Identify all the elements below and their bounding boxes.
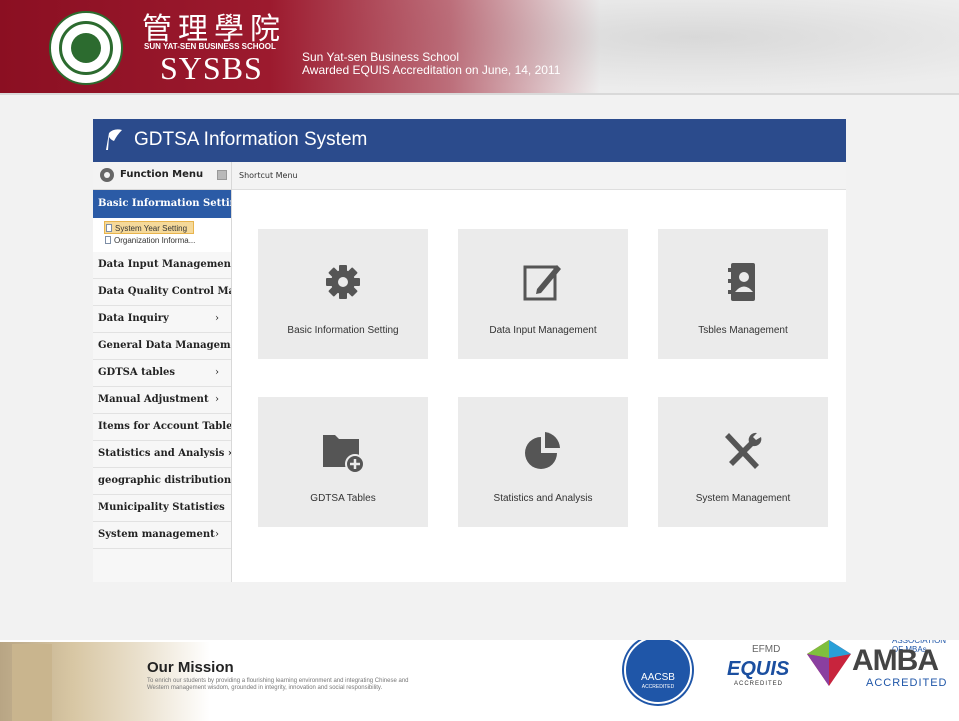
- sidebar-item-system-management[interactable]: System management ›: [93, 522, 231, 549]
- submenu-item-system-year-setting[interactable]: System Year Setting: [104, 221, 194, 234]
- chevron-right-icon: ›: [215, 313, 219, 324]
- site-banner: 管理學院 SUN YAT-SEN BUSINESS SCHOOL SYSBS S…: [0, 0, 959, 93]
- pie-chart-icon: [525, 432, 560, 469]
- tile-label: Tsbles Management: [698, 325, 788, 336]
- edit-icon: [523, 265, 561, 301]
- submenu-item-label: Organization Informa...: [114, 236, 196, 245]
- tile-gdtsa-tables[interactable]: GDTSA Tables: [258, 397, 428, 527]
- sidebar-item-gdtsa-tables[interactable]: GDTSA tables ›: [93, 360, 231, 387]
- mission-title: Our Mission: [147, 659, 234, 676]
- tile-label: System Management: [695, 493, 791, 504]
- collapse-sidebar-icon[interactable]: [217, 170, 227, 180]
- app-window: GDTSA Information System Function Menu B…: [93, 119, 846, 582]
- sidebar-item-data-inquiry[interactable]: Data Inquiry ›: [93, 306, 231, 333]
- sidebar-item-label: Manual Adjustment: [98, 394, 209, 405]
- sidebar-item-data-input-management[interactable]: Data Input Management: [93, 252, 231, 279]
- sidebar-item-geographic-distribution[interactable]: geographic distribution›...: [93, 468, 231, 495]
- function-menu-label: Function Menu: [120, 169, 204, 180]
- banner-line-1: Sun Yat-sen Business School: [302, 50, 459, 64]
- mission-text: To enrich our students by providing a fl…: [147, 678, 409, 691]
- breadcrumb-label[interactable]: Shortcut Menu: [239, 171, 298, 180]
- school-acronym: SYSBS: [160, 50, 263, 86]
- chevron-right-icon: ›: [215, 394, 219, 405]
- sidebar-submenu: System Year Setting Organization Informa…: [93, 218, 231, 252]
- chevron-right-icon: ›: [215, 529, 219, 540]
- sidebar-item-label: System management: [98, 529, 215, 540]
- sidebar-item-general-data-management[interactable]: General Data Management: [93, 333, 231, 360]
- sidebar-item-manual-adjustment[interactable]: Manual Adjustment ›: [93, 387, 231, 414]
- sidebar-item-label: geographic distribution›...: [98, 475, 231, 486]
- tile-label: Statistics and Analysis: [493, 493, 593, 504]
- tile-tables-management[interactable]: Tsbles Management: [658, 229, 828, 359]
- sidebar-item-label: Data Inquiry: [98, 313, 169, 324]
- sidebar-item-data-quality-control[interactable]: Data Quality Control Ma...: [93, 279, 231, 306]
- sidebar-item-label: Data Input Management: [98, 259, 231, 270]
- app-title: GDTSA Information System: [134, 129, 368, 150]
- tile-system-management[interactable]: System Management: [658, 397, 828, 527]
- banner-line-2: Awarded EQUIS Accreditation on June, 14,…: [302, 63, 561, 77]
- sidebar-item-label: Items for Account Table...: [98, 421, 231, 432]
- sidebar-item-label: Statistics and Analysis ›: [98, 448, 231, 459]
- sidebar-item-municipality-statistics[interactable]: Municipality Statistics ›: [93, 495, 231, 522]
- sidebar-item-label: GDTSA tables: [98, 367, 175, 378]
- tile-label: Basic Information Setting: [287, 325, 399, 336]
- tile-data-input-management[interactable]: Data Input Management: [458, 229, 628, 359]
- tools-icon: [725, 432, 762, 469]
- sidebar-item-label: Municipality Statistics: [98, 502, 225, 513]
- folder-add-icon: [323, 435, 365, 473]
- efmd-text: EFMD: [752, 644, 781, 655]
- document-icon: [105, 236, 111, 244]
- university-seal-logo: [49, 11, 123, 85]
- sidebar-item-statistics-and-analysis[interactable]: Statistics and Analysis ›: [93, 441, 231, 468]
- breadcrumb: Shortcut Menu: [232, 162, 846, 190]
- tile-label: GDTSA Tables: [310, 493, 376, 504]
- function-menu-header: Function Menu: [93, 162, 231, 190]
- amba-subtext: ACCREDITED: [866, 677, 948, 689]
- chevron-right-icon: ›: [215, 367, 219, 378]
- equis-logo-text: EQUIS: [727, 658, 790, 680]
- aacsb-text: AACSB: [641, 672, 675, 683]
- function-menu-icon: [100, 168, 114, 182]
- aacsb-logo: AACSB ACCREDITED: [624, 640, 692, 704]
- sidebar: Function Menu Basic Information Setting …: [93, 162, 232, 582]
- app-logo-icon: [106, 129, 122, 150]
- sidebar-item-items-for-account-table[interactable]: Items for Account Table...: [93, 414, 231, 441]
- document-icon: [106, 224, 112, 232]
- site-footer: Our Mission To enrich our students by pr…: [0, 640, 959, 721]
- chevron-right-icon: ›: [215, 502, 219, 513]
- tile-statistics-and-analysis[interactable]: Statistics and Analysis: [458, 397, 628, 527]
- banner-divider: [0, 93, 959, 95]
- contacts-book-icon: [728, 263, 755, 301]
- submenu-item-organization-information[interactable]: Organization Informa...: [104, 234, 231, 247]
- amba-logo-text: AMBA: [852, 644, 939, 677]
- amba-gem-icon: [807, 640, 851, 686]
- sidebar-item-label: General Data Management: [98, 340, 231, 351]
- app-header: GDTSA Information System: [93, 119, 846, 162]
- sidebar-item-basic-information-setting[interactable]: Basic Information Setting: [93, 190, 231, 218]
- aacsb-subtext: ACCREDITED: [641, 684, 675, 690]
- equis-subtext: ACCREDITED: [734, 681, 784, 687]
- gear-icon: [326, 265, 360, 299]
- sidebar-item-label: Data Quality Control Ma...: [98, 286, 231, 297]
- submenu-item-label: System Year Setting: [115, 224, 188, 233]
- tile-basic-information-setting[interactable]: Basic Information Setting: [258, 229, 428, 359]
- tile-label: Data Input Management: [489, 325, 597, 336]
